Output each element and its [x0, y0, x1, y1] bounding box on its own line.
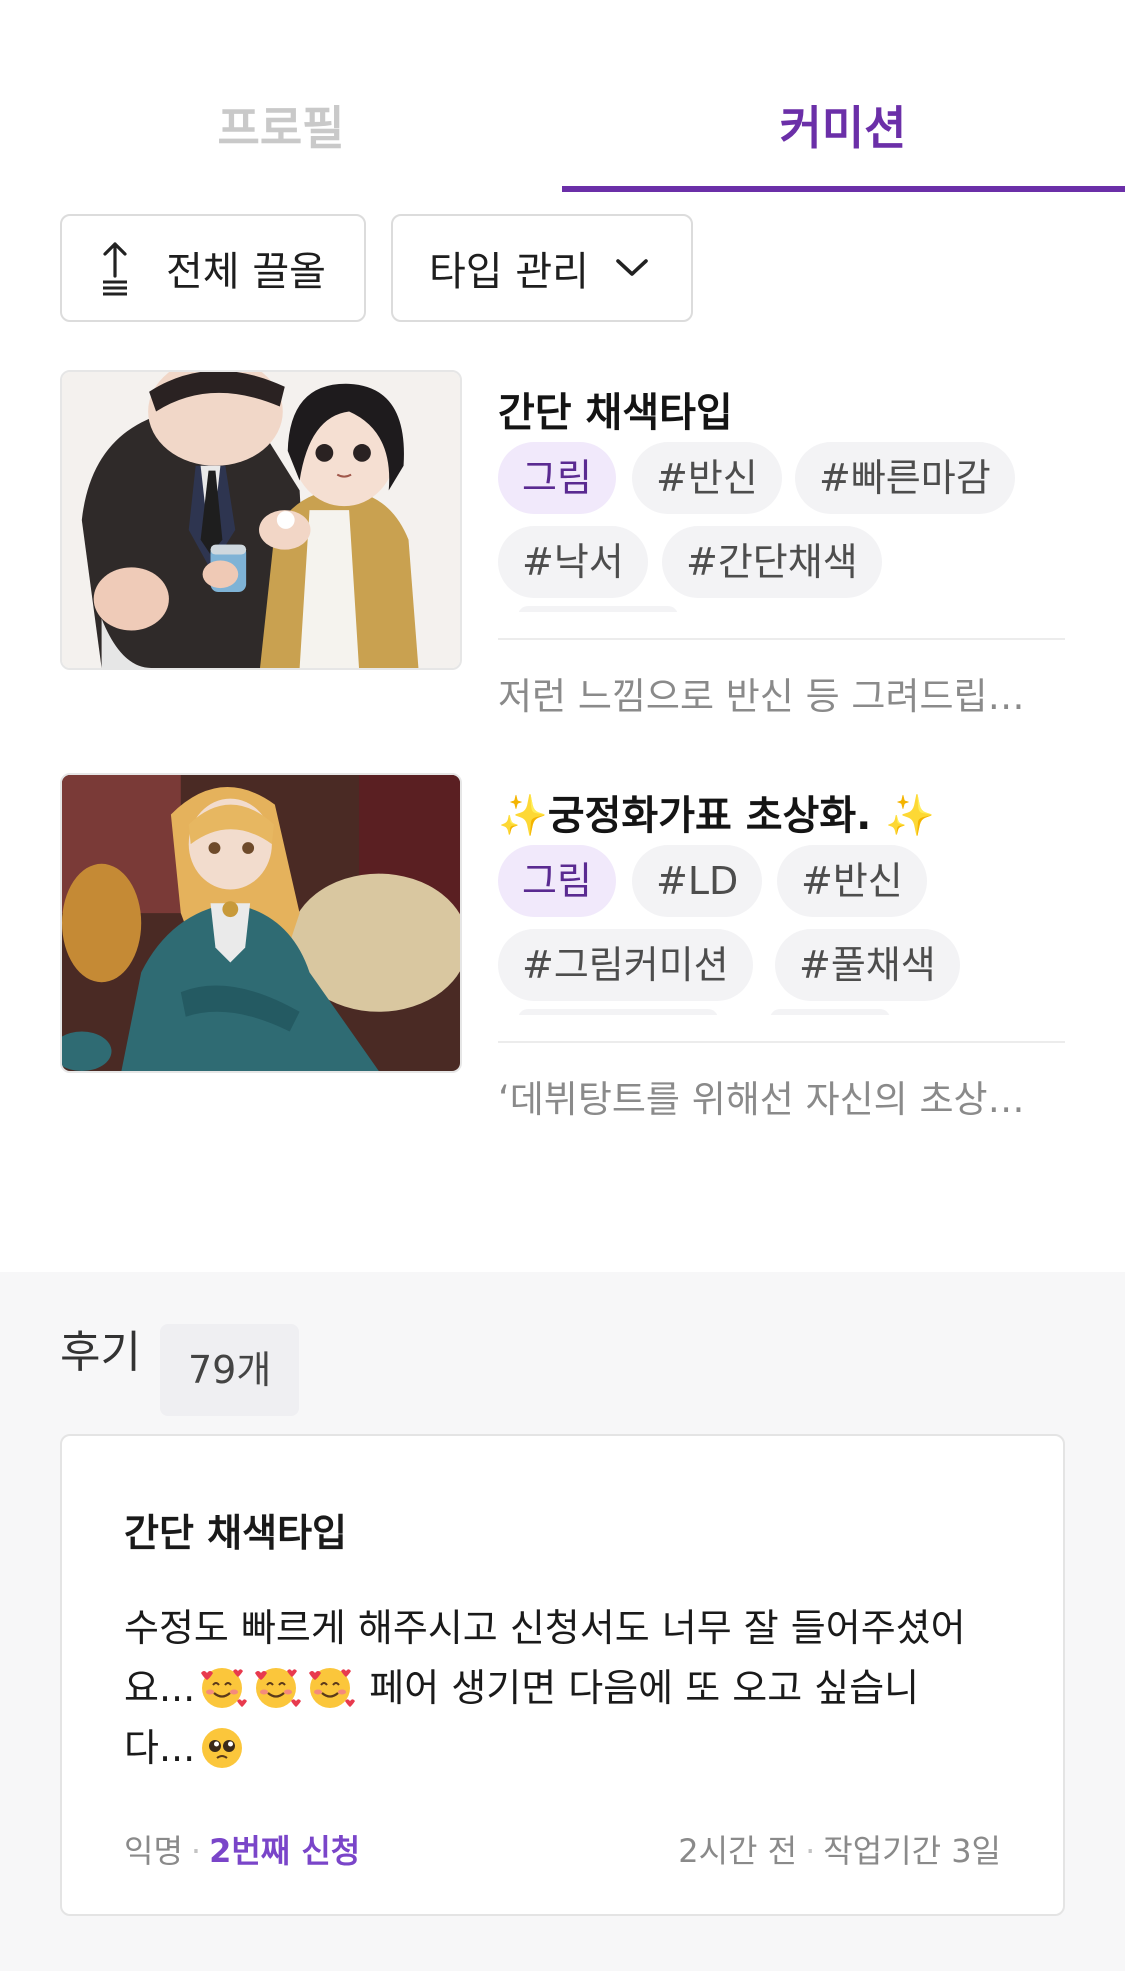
reviews-count-badge: 79개 [160, 1324, 300, 1416]
review-text-fragment: 페어 생기면 다음에 또 오고 싶습니 [357, 1666, 920, 1710]
pleading-face-icon [202, 1728, 243, 1768]
commission-description: ‘데뷔탕트를 위해선 자신의 초상… [498, 1078, 1025, 1121]
commission-info: ✨궁정화가표 초상화. ✨ 그림 #LD #반신 #그림커미션 #풀채색 ‘데뷔… [498, 773, 1065, 1133]
hashtag[interactable]: #그림커미션 [498, 929, 753, 1001]
type-manage-button[interactable]: 타입 관리 [391, 214, 693, 322]
illustration-couple [62, 372, 460, 668]
review-work-period: 작업기간 3일 [823, 1832, 1001, 1870]
hashtag[interactable]: #풀채색 [775, 929, 960, 1001]
hashtag-overflow [770, 1009, 890, 1015]
hashtag[interactable]: #반신 [777, 845, 927, 917]
commission-page: 프로필 커미션 전체 끌올 타입 관리 간단 채색타입 그림 #반신 #빠른마감… [0, 0, 1125, 1971]
smiling-face-with-hearts-icon [201, 1668, 248, 1708]
hashtag[interactable]: #LD [632, 845, 763, 917]
tab-bar: 프로필 커미션 [0, 0, 1125, 194]
commission-info: 간단 채색타입 그림 #반신 #빠른마감 #낙서 #간단채색 저런 느낌으로 반… [498, 370, 1065, 730]
review-card[interactable]: 간단 채색타입 수정도 빠르게 해주시고 신청서도 너무 잘 들어주셨어 요..… [60, 1434, 1065, 1916]
review-author-info: 익명 · 2번째 신청 [124, 1826, 360, 1872]
illustration-noble-lady [62, 775, 460, 1071]
pull-all-label: 전체 끌올 [166, 249, 326, 295]
review-commission-title: 간단 채색타입 [124, 1511, 347, 1555]
pull-all-button[interactable]: 전체 끌올 [60, 214, 366, 322]
reviews-section: 후기 79개 간단 채색타입 수정도 빠르게 해주시고 신청서도 너무 잘 들어… [0, 1272, 1125, 1971]
tab-commission[interactable]: 커미션 [562, 92, 1124, 158]
review-author: 익명 [124, 1832, 183, 1870]
review-text-line: 요... 페어 생기면 다음에 또 오고 싶습니 [124, 1658, 1014, 1718]
hashtag-overflow [518, 1009, 718, 1015]
review-text-line: 수정도 빠르게 해주시고 신청서도 너무 잘 들어주셨어 [124, 1606, 966, 1650]
hashtag[interactable]: #낙서 [498, 526, 648, 598]
separator-dot: · [805, 1832, 816, 1870]
review-order-count: 2번째 신청 [209, 1832, 361, 1870]
tab-profile[interactable]: 프로필 [0, 92, 562, 158]
divider [498, 638, 1065, 640]
category-tag[interactable]: 그림 [498, 845, 616, 917]
chevron-down-icon [616, 259, 648, 276]
separator-dot: · [190, 1832, 202, 1870]
review-text: 수정도 빠르게 해주시고 신청서도 너무 잘 들어주셨어 요... 페어 생기면… [124, 1598, 1014, 1778]
upload-arrow-icon [103, 242, 127, 296]
review-text-line: 다... [124, 1718, 1014, 1778]
commission-title[interactable]: 간단 채색타입 [498, 380, 733, 438]
hashtag[interactable]: #반신 [632, 442, 782, 514]
commission-description: 저런 느낌으로 반신 등 그려드립… [498, 675, 1025, 718]
hashtag[interactable]: #빠른마감 [795, 442, 1015, 514]
commission-card[interactable]: ✨궁정화가표 초상화. ✨ 그림 #LD #반신 #그림커미션 #풀채색 ‘데뷔… [60, 773, 1065, 1133]
reviews-heading: 후기 [60, 1327, 141, 1378]
smiling-face-with-hearts-icon [309, 1668, 356, 1708]
review-time: 2시간 전 [678, 1832, 798, 1870]
review-text-fragment: 요... [124, 1666, 196, 1710]
type-manage-label: 타입 관리 [429, 249, 589, 295]
divider [498, 1041, 1065, 1043]
commission-thumbnail[interactable] [60, 370, 462, 670]
commission-thumbnail[interactable] [60, 773, 462, 1073]
category-tag[interactable]: 그림 [498, 442, 616, 514]
hashtag-overflow [518, 606, 678, 612]
review-text-fragment: 다... [124, 1726, 196, 1770]
active-tab-indicator [562, 186, 1125, 192]
review-time-info: 2시간 전 · 작업기간 3일 [678, 1826, 1001, 1872]
hashtag[interactable]: #간단채색 [662, 526, 882, 598]
tag-list: 그림 #반신 #빠른마감 #낙서 #간단채색 [498, 442, 1065, 612]
tag-list: 그림 #LD #반신 #그림커미션 #풀채색 [498, 845, 1065, 1015]
commission-card[interactable]: 간단 채색타입 그림 #반신 #빠른마감 #낙서 #간단채색 저런 느낌으로 반… [60, 370, 1065, 730]
smiling-face-with-hearts-icon [255, 1668, 302, 1708]
commission-title[interactable]: ✨궁정화가표 초상화. ✨ [498, 783, 935, 841]
